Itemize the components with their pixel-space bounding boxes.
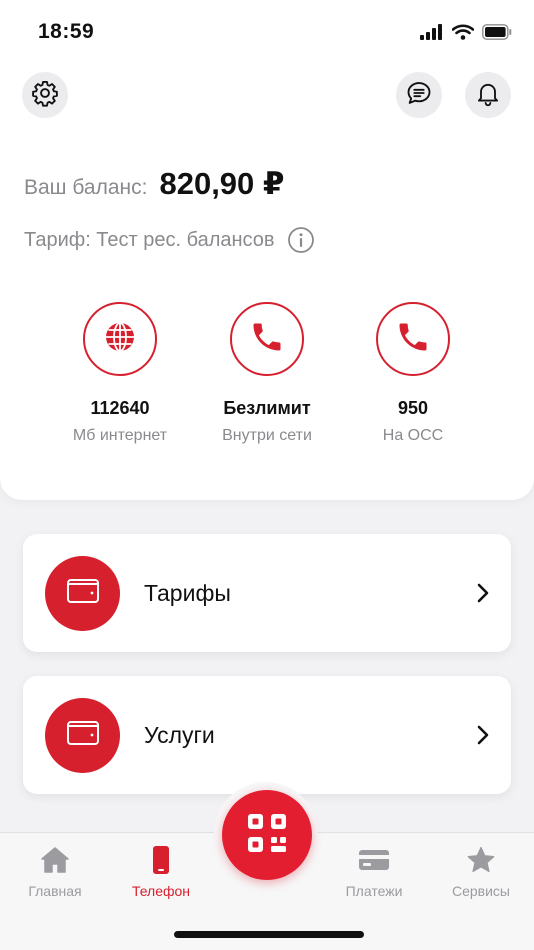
signal-icon <box>420 24 444 45</box>
status-icons <box>420 24 512 45</box>
stat-icon-circle <box>376 302 450 376</box>
settings-button[interactable] <box>22 72 68 118</box>
stat-in-network[interactable]: Безлимит Внутри сети <box>187 302 347 445</box>
stat-label: На ОСС <box>382 427 444 444</box>
phone-device-icon <box>111 845 211 875</box>
menu-item-label: Услуги <box>144 721 215 748</box>
tariff-label: Тариф: Тест рес. балансов <box>24 228 275 251</box>
stat-value: 950 <box>397 398 429 418</box>
star-icon <box>431 845 531 875</box>
tab-label: Телефон <box>131 883 191 899</box>
wallet-icon <box>63 571 103 616</box>
stat-label: Мб интернет <box>72 427 168 444</box>
menu-item-label: Тарифы <box>144 579 231 606</box>
home-indicator <box>174 931 364 938</box>
stat-icon-circle <box>83 302 157 376</box>
stat-internet[interactable]: 112640 Мб интернет <box>40 302 200 445</box>
account-summary-card: 18:59 Ваш баланс: 820,90 ₽ Тариф: Тест р… <box>0 0 534 500</box>
menu-item-services[interactable]: Услуги <box>23 676 511 794</box>
menu-icon-circle <box>45 555 120 631</box>
balance-row: Ваш баланс: 820,90 ₽ <box>24 166 284 202</box>
chevron-right-icon <box>473 583 493 603</box>
tab-phone[interactable]: Телефон <box>111 845 211 899</box>
chat-bubble-icon <box>405 79 433 112</box>
phone-icon <box>249 319 285 360</box>
home-icon <box>5 845 105 875</box>
phone-icon <box>395 319 431 360</box>
balance-value: 820,90 ₽ <box>159 166 285 201</box>
wallet-icon <box>63 713 103 758</box>
card-icon <box>324 845 424 875</box>
tariff-row: Тариф: Тест рес. балансов <box>24 226 315 254</box>
tab-label: Платежи <box>345 883 403 899</box>
status-bar: 18:59 <box>0 0 534 62</box>
chat-button[interactable] <box>396 72 442 118</box>
qr-code-icon <box>246 812 288 859</box>
info-icon[interactable] <box>287 226 315 254</box>
globe-icon <box>103 320 137 359</box>
stat-value: Безлимит <box>223 398 311 418</box>
status-time: 18:59 <box>38 20 95 43</box>
tab-services[interactable]: Сервисы <box>431 845 531 899</box>
stat-label: Внутри сети <box>222 427 312 444</box>
menu-item-tariffs[interactable]: Тарифы <box>23 534 511 652</box>
stat-value: 112640 <box>90 398 150 418</box>
battery-icon <box>482 24 512 45</box>
balance-label: Ваш баланс: <box>24 176 148 199</box>
menu-icon-circle <box>45 697 120 773</box>
stat-other-networks[interactable]: 950 На ОСС <box>333 302 493 445</box>
chevron-right-icon <box>473 725 493 745</box>
notifications-button[interactable] <box>465 72 511 118</box>
qr-scan-button[interactable] <box>222 790 312 880</box>
bell-icon <box>474 79 502 112</box>
tab-home[interactable]: Главная <box>5 845 105 899</box>
tab-label: Сервисы <box>451 883 510 899</box>
gear-icon <box>31 79 59 112</box>
stat-icon-circle <box>230 302 304 376</box>
tab-label: Главная <box>28 883 82 899</box>
wifi-icon <box>451 24 475 45</box>
tab-payments[interactable]: Платежи <box>324 845 424 899</box>
